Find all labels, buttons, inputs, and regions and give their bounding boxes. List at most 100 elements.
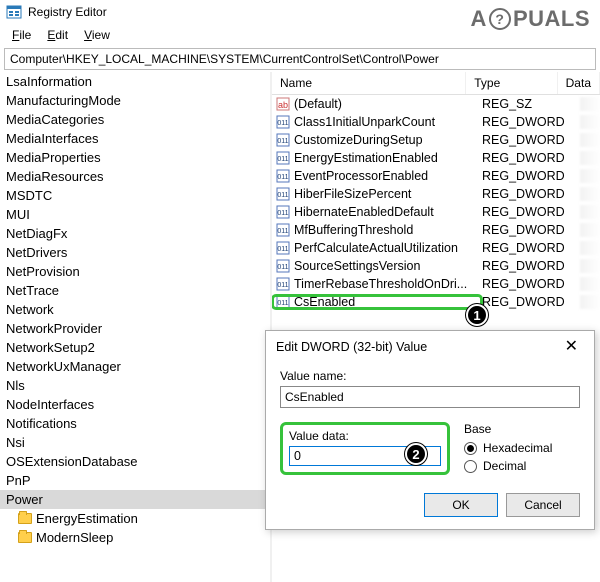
value-name: CustomizeDuringSetup — [294, 133, 423, 147]
value-data-blur — [580, 223, 600, 237]
cancel-button[interactable]: Cancel — [506, 493, 580, 517]
tree-item[interactable]: NetworkUxManager — [0, 357, 270, 376]
tree-pane[interactable]: LsaInformationManufacturingModeMediaCate… — [0, 72, 272, 582]
value-data-blur — [580, 169, 600, 183]
watermark-right: PUALS — [513, 6, 590, 32]
value-type: REG_DWORD — [482, 205, 580, 219]
tree-item[interactable]: PnP — [0, 471, 270, 490]
column-data[interactable]: Data — [558, 72, 600, 94]
value-name-label: Value name: — [280, 369, 580, 383]
svg-text:011: 011 — [277, 228, 288, 235]
value-data-label: Value data: — [289, 429, 441, 443]
svg-text:011: 011 — [277, 210, 288, 217]
radio-decimal[interactable]: Decimal — [464, 459, 552, 473]
svg-text:011: 011 — [277, 300, 288, 307]
regedit-icon — [6, 4, 22, 20]
radio-dec-label: Decimal — [483, 459, 526, 473]
tree-item[interactable]: MediaProperties — [0, 148, 270, 167]
value-name: EventProcessorEnabled — [294, 169, 428, 183]
list-row[interactable]: 011CustomizeDuringSetupREG_DWORD — [272, 131, 600, 149]
tree-item[interactable]: Network — [0, 300, 270, 319]
list-row[interactable]: 011PerfCalculateActualUtilizationREG_DWO… — [272, 239, 600, 257]
tree-item[interactable]: Notifications — [0, 414, 270, 433]
list-body: ab (Default) REG_SZ 011Class1InitialUnparkC… — [272, 95, 600, 311]
tree-item[interactable]: OSExtensionDatabase — [0, 452, 270, 471]
value-data-blur — [580, 97, 600, 111]
dword-value-icon: 011 — [276, 277, 290, 291]
svg-text:ab: ab — [278, 100, 288, 110]
tree-item[interactable]: NetworkSetup2 — [0, 338, 270, 357]
column-name[interactable]: Name — [272, 72, 466, 94]
ok-button[interactable]: OK — [424, 493, 498, 517]
list-row[interactable]: 011CsEnabledREG_DWORD — [272, 293, 600, 311]
menu-view[interactable]: View — [76, 26, 118, 44]
value-name: (Default) — [294, 97, 342, 111]
tree-item[interactable]: NetworkProvider — [0, 319, 270, 338]
radio-hexadecimal[interactable]: Hexadecimal — [464, 441, 552, 455]
dword-value-icon: 011 — [276, 115, 290, 129]
string-value-icon: ab — [276, 97, 290, 111]
value-data-blur — [580, 241, 600, 255]
tree-item[interactable]: NodeInterfaces — [0, 395, 270, 414]
dialog-title: Edit DWORD (32-bit) Value — [276, 340, 427, 354]
tree-item[interactable]: MediaCategories — [0, 110, 270, 129]
list-row[interactable]: ab (Default) REG_SZ — [272, 95, 600, 113]
list-row[interactable]: 011HibernateEnabledDefaultREG_DWORD — [272, 203, 600, 221]
list-row[interactable]: 011 EventProcessorEnabled REG_DWORD — [272, 167, 600, 185]
tree-item[interactable]: MediaInterfaces — [0, 129, 270, 148]
list-row[interactable]: 011HiberFileSizePercentREG_DWORD — [272, 185, 600, 203]
address-bar[interactable]: Computer\HKEY_LOCAL_MACHINE\SYSTEM\Curre… — [4, 48, 596, 70]
tree-subitem[interactable]: ModernSleep — [0, 528, 270, 547]
value-name: PerfCalculateActualUtilization — [294, 241, 458, 255]
tree-item[interactable]: NetProvision — [0, 262, 270, 281]
tree-item[interactable]: MSDTC — [0, 186, 270, 205]
dword-value-icon: 011 — [276, 133, 290, 147]
watermark-left: A — [471, 6, 487, 32]
value-data-blur — [580, 133, 600, 147]
tree-item[interactable]: MediaResources — [0, 167, 270, 186]
folder-icon — [18, 532, 32, 543]
list-row[interactable]: 011MfBufferingThresholdREG_DWORD — [272, 221, 600, 239]
tree-item[interactable]: NetTrace — [0, 281, 270, 300]
tree-subitem[interactable]: EnergyEstimation — [0, 509, 270, 528]
watermark-logo-icon: ? — [489, 8, 511, 30]
value-name: SourceSettingsVersion — [294, 259, 420, 273]
list-row[interactable]: 011Class1InitialUnparkCountREG_DWORD — [272, 113, 600, 131]
tree-item[interactable]: Nls — [0, 376, 270, 395]
value-name-input[interactable] — [280, 386, 580, 408]
value-type: REG_DWORD — [482, 169, 580, 183]
tree-item[interactable]: NetDrivers — [0, 243, 270, 262]
tree-item[interactable]: NetDiagFx — [0, 224, 270, 243]
dword-value-icon: 011 — [276, 241, 290, 255]
value-data-blur — [580, 295, 600, 309]
list-row[interactable]: 011EnergyEstimationEnabledREG_DWORD — [272, 149, 600, 167]
menu-edit[interactable]: Edit — [39, 26, 76, 44]
value-data-blur — [580, 205, 600, 219]
column-type[interactable]: Type — [466, 72, 557, 94]
dialog-title-bar[interactable]: Edit DWORD (32-bit) Value ✕ — [266, 331, 594, 363]
list-header: Name Type Data — [272, 72, 600, 95]
radio-icon — [464, 442, 477, 455]
svg-text:011: 011 — [277, 120, 288, 127]
tree-item-selected[interactable]: Power — [0, 490, 270, 509]
dword-value-icon: 011 — [276, 169, 290, 183]
menu-file[interactable]: File — [4, 26, 39, 44]
tree-item[interactable]: Nsi — [0, 433, 270, 452]
list-row[interactable]: 011SourceSettingsVersionREG_DWORD — [272, 257, 600, 275]
tree-item[interactable]: ManufacturingMode — [0, 91, 270, 110]
dword-value-icon: 011 — [276, 205, 290, 219]
dword-value-icon: 011 — [276, 187, 290, 201]
list-row[interactable]: 011TimerRebaseThresholdOnDri...REG_DWORD — [272, 275, 600, 293]
folder-icon — [18, 513, 32, 524]
value-type: REG_DWORD — [482, 295, 580, 309]
tree-item[interactable]: LsaInformation — [0, 72, 270, 91]
value-type: REG_SZ — [482, 97, 580, 111]
svg-text:011: 011 — [277, 282, 288, 289]
value-name: EnergyEstimationEnabled — [294, 151, 438, 165]
svg-text:011: 011 — [277, 192, 288, 199]
value-name: MfBufferingThreshold — [294, 223, 413, 237]
close-icon[interactable]: ✕ — [559, 339, 584, 355]
svg-text:011: 011 — [277, 156, 288, 163]
base-label: Base — [464, 422, 552, 436]
tree-item[interactable]: MUI — [0, 205, 270, 224]
